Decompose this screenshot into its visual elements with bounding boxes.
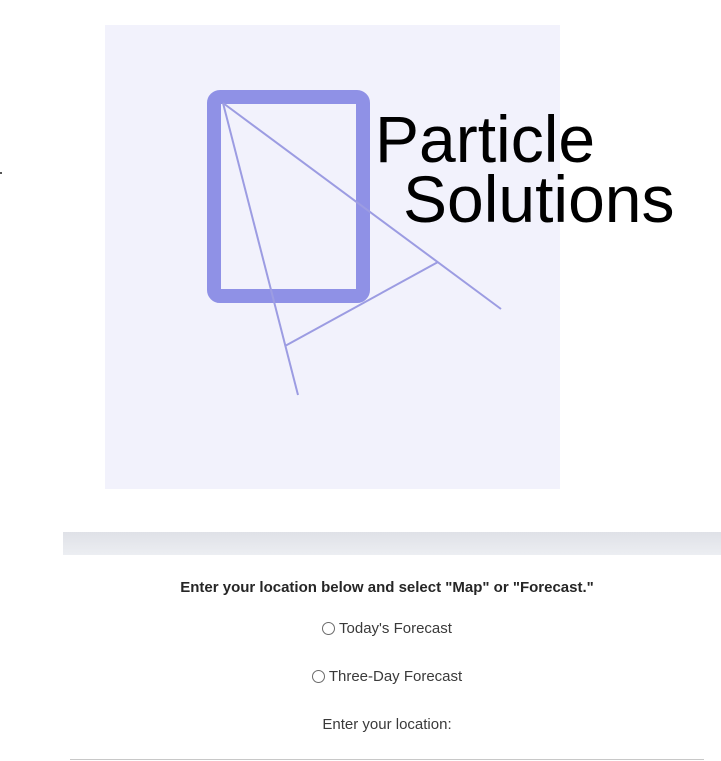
- radio-option-todays-forecast[interactable]: Today's Forecast: [322, 620, 452, 637]
- radio-row-todays-forecast: Today's Forecast: [63, 620, 711, 639]
- radio-label-todays-forecast: Today's Forecast: [339, 620, 452, 637]
- logo: Particle Solutions: [207, 90, 675, 396]
- forecast-form: Enter your location below and select "Ma…: [63, 555, 721, 761]
- header-band: [63, 532, 721, 555]
- form-instructions: Enter your location below and select "Ma…: [180, 579, 594, 596]
- logo-text-line2: Solutions: [403, 162, 675, 236]
- radio-row-three-day-forecast: Three-Day Forecast: [63, 668, 711, 687]
- page: Particle Solutions Enter your location b…: [0, 0, 721, 761]
- location-label: Enter your location:: [322, 716, 452, 733]
- radio-label-three-day-forecast: Three-Day Forecast: [328, 668, 463, 685]
- radio-todays-forecast[interactable]: [322, 622, 336, 635]
- radio-option-three-day-forecast[interactable]: Three-Day Forecast: [311, 668, 463, 685]
- radio-three-day-forecast[interactable]: [311, 670, 325, 683]
- logo-line-vertical: [222, 102, 299, 396]
- logo-frame: [207, 90, 370, 303]
